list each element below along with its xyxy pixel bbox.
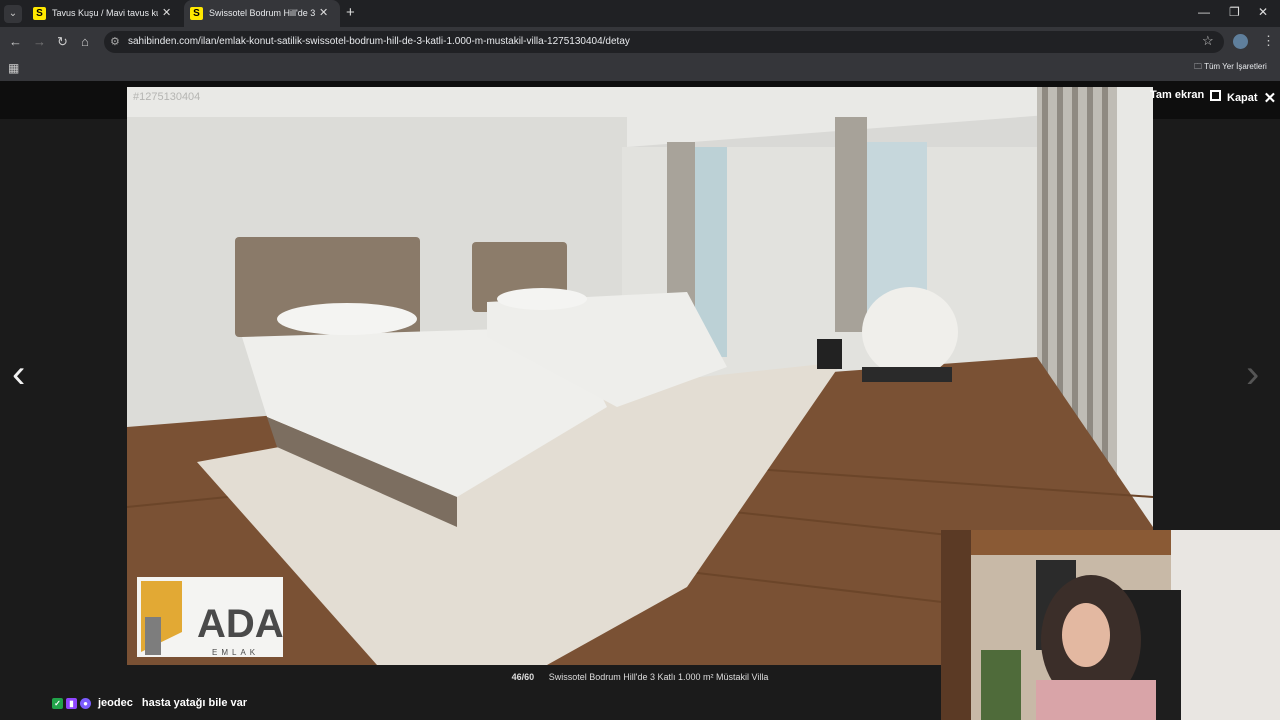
site-info-icon[interactable]: ⚙ [110,31,120,53]
close-icon: ✕ [1263,90,1277,107]
tab-tavus-kusu[interactable]: S Tavus Kuşu / Mavi tavus kuşu Ya ✕ [27,0,177,27]
reload-icon[interactable]: ↻ [57,34,68,50]
tab-title: Swissotel Bodrum Hill'de 3 Katlı [209,8,315,18]
back-icon[interactable]: ← [9,34,22,49]
sahibinden-favicon: S [33,7,46,20]
streamer-webcam [941,530,1280,720]
url-text[interactable]: sahibinden.com/ilan/emlak-konut-satilik-… [128,31,630,53]
window-close-icon[interactable]: ✕ [1258,5,1268,19]
profile-avatar[interactable] [1233,34,1248,49]
fullscreen-label: Tam ekran [1150,89,1205,101]
tab-swissotel[interactable]: S Swissotel Bodrum Hill'de 3 Katlı ✕ [184,0,340,27]
home-icon[interactable]: ⌂ [81,34,89,49]
verified-badge-icon: ✓ [52,697,63,709]
bookmark-star-icon[interactable]: ☆ [1202,33,1214,49]
stream-chat-message: ✓ ▮ ● jeodec hasta yatağı bile var [52,697,247,709]
menu-kebab-icon[interactable]: ⋮ [1262,33,1275,49]
restore-icon[interactable]: ❐ [1229,5,1240,19]
fullscreen-button[interactable]: Tam ekran [1150,89,1222,101]
prev-photo-arrow[interactable]: ‹ [12,352,25,397]
sahibinden-favicon: S [190,7,203,20]
next-photo-arrow[interactable]: › [1246,352,1259,397]
photo-counter: 46/60 [511,672,535,682]
bookmarks-bar [0,57,1280,82]
all-bookmarks-label: Tüm Yer İşaretleri [1204,62,1267,71]
svg-text:ADA: ADA [197,602,284,646]
photo-watermark-id: #1275130404 [133,91,200,103]
chat-username: jeodec [98,697,133,709]
fullscreen-icon [1210,89,1222,101]
tab-title: Tavus Kuşu / Mavi tavus kuşu Ya [52,8,158,18]
close-icon[interactable]: ✕ [162,0,171,27]
supporter-badge-icon: ● [80,697,91,709]
subscriber-badge-icon: ▮ [66,697,77,709]
photo-title: Swissotel Bodrum Hill'de 3 Katlı 1.000 m… [548,672,769,682]
close-icon[interactable]: ✕ [319,0,328,27]
chat-text: hasta yatağı bile var [141,697,248,709]
close-label: Kapat [1227,92,1258,104]
close-gallery-button[interactable]: Kapat ✕ [1227,89,1276,107]
new-tab-button[interactable]: + [346,4,355,21]
folder-icon: 🗀 [1194,62,1202,71]
ada-emlak-logo: ADA EMLAK [137,577,284,657]
tab-search-button[interactable]: ⌄ [4,5,22,23]
minimize-icon[interactable]: — [1198,5,1210,19]
svg-text:EMLAK: EMLAK [212,648,259,657]
forward-icon[interactable]: → [33,34,46,49]
all-bookmarks[interactable]: 🗀 Tüm Yer İşaretleri [1194,60,1267,74]
apps-grid-icon[interactable]: ▦ [8,61,19,75]
